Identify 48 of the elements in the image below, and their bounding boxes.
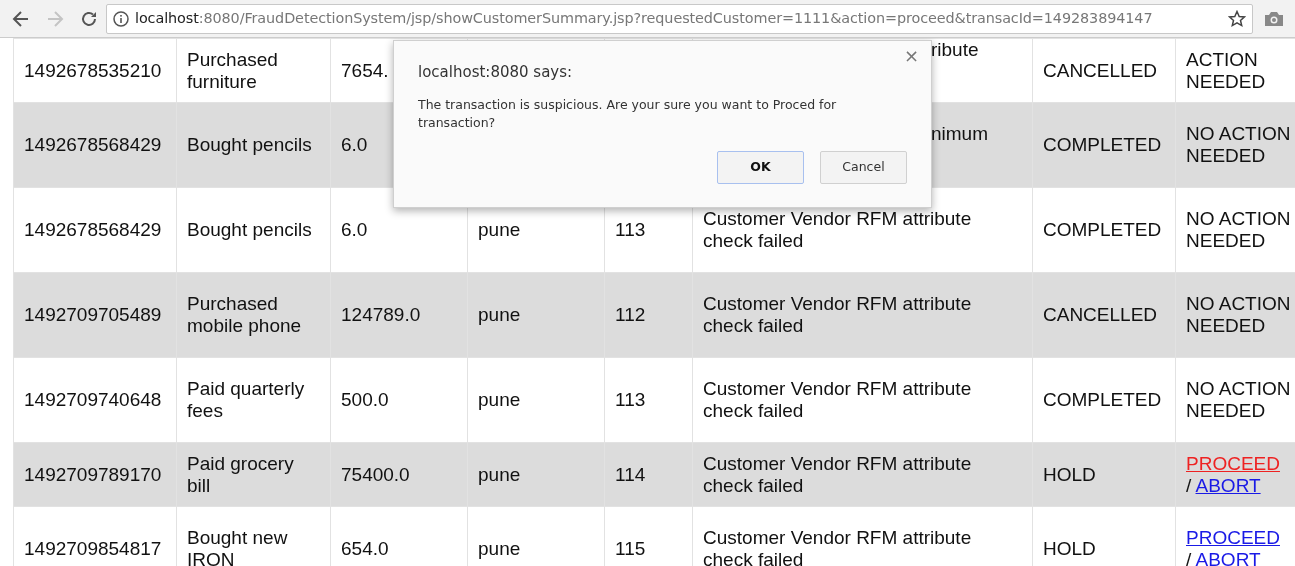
info-icon	[113, 10, 129, 27]
table-cell: Customer Vendor RFM attribute check failed	[692, 357, 1033, 443]
url-text: localhost:8080/FraudDetectionSystem/jsp/showCustomerSummary.jsp?requestedCustomer=1111&action=proceed&transacId=149283894147	[135, 8, 1153, 28]
table-cell: 1492678568429	[13, 187, 177, 273]
table-cell: 113	[604, 357, 693, 443]
camera-icon	[1264, 10, 1284, 27]
table-cell: HOLD	[1032, 442, 1176, 507]
table-cell: Customer Vendor RFM attribute check failed	[692, 442, 1033, 507]
table-cell: ACTION NEEDED	[1175, 38, 1295, 103]
table-cell: COMPLETED	[1032, 102, 1176, 188]
table-cell: 1492709854817	[13, 506, 177, 566]
separator-text: /	[1186, 474, 1192, 496]
table-cell: COMPLETED	[1032, 187, 1176, 273]
table-cell: 1492678568429	[13, 102, 177, 188]
table-cell: Paid quarterly fees	[176, 357, 331, 443]
table-cell: 1492678535210	[13, 38, 177, 103]
table-cell: Purchased mobile phone	[176, 272, 331, 358]
table-cell: COMPLETED	[1032, 357, 1176, 443]
table-cell: 75400.0	[330, 442, 468, 507]
table-cell: 500.0	[330, 357, 468, 443]
table-cell: Purchased furniture	[176, 38, 331, 103]
table-cell: 124789.0	[330, 272, 468, 358]
forward-icon	[46, 9, 64, 28]
table-cell: 112	[604, 272, 693, 358]
close-button[interactable]: ×	[901, 47, 921, 65]
proceed-link[interactable]: PROCEED	[1186, 527, 1280, 549]
table-cell: Paid grocery bill	[176, 442, 331, 507]
table-cell: pune	[467, 357, 605, 443]
dialog-button[interactable]: Cancel	[820, 151, 907, 184]
dialog-button[interactable]: OK	[717, 151, 804, 184]
reload-icon	[80, 9, 98, 28]
table-cell: 1492709740648	[13, 357, 177, 443]
star-icon[interactable]	[1228, 9, 1246, 28]
separator-text: /	[1186, 549, 1192, 566]
table-cell: 1492709705489	[13, 272, 177, 358]
table-cell: pune	[467, 442, 605, 507]
table-cell: pune	[467, 272, 605, 358]
abort-link[interactable]: ABORT	[1195, 474, 1261, 496]
abort-link[interactable]: ABORT	[1195, 549, 1261, 566]
table-cell: Bought pencils	[176, 102, 331, 188]
back-icon	[12, 9, 30, 28]
address-bar[interactable]: localhost:8080/FraudDetectionSystem/jsp/showCustomerSummary.jsp?requestedCustomer=1111&action=proceed&transacId=149283894147	[106, 3, 1253, 34]
table-cell: 1492709789170	[13, 442, 177, 507]
table-cell: CANCELLED	[1032, 38, 1176, 103]
table-cell: CANCELLED	[1032, 272, 1176, 358]
table-cell: Customer Vendor RFM attribute check failed	[692, 272, 1033, 358]
table-cell: 114	[604, 442, 693, 507]
table-cell: Bought pencils	[176, 187, 331, 273]
